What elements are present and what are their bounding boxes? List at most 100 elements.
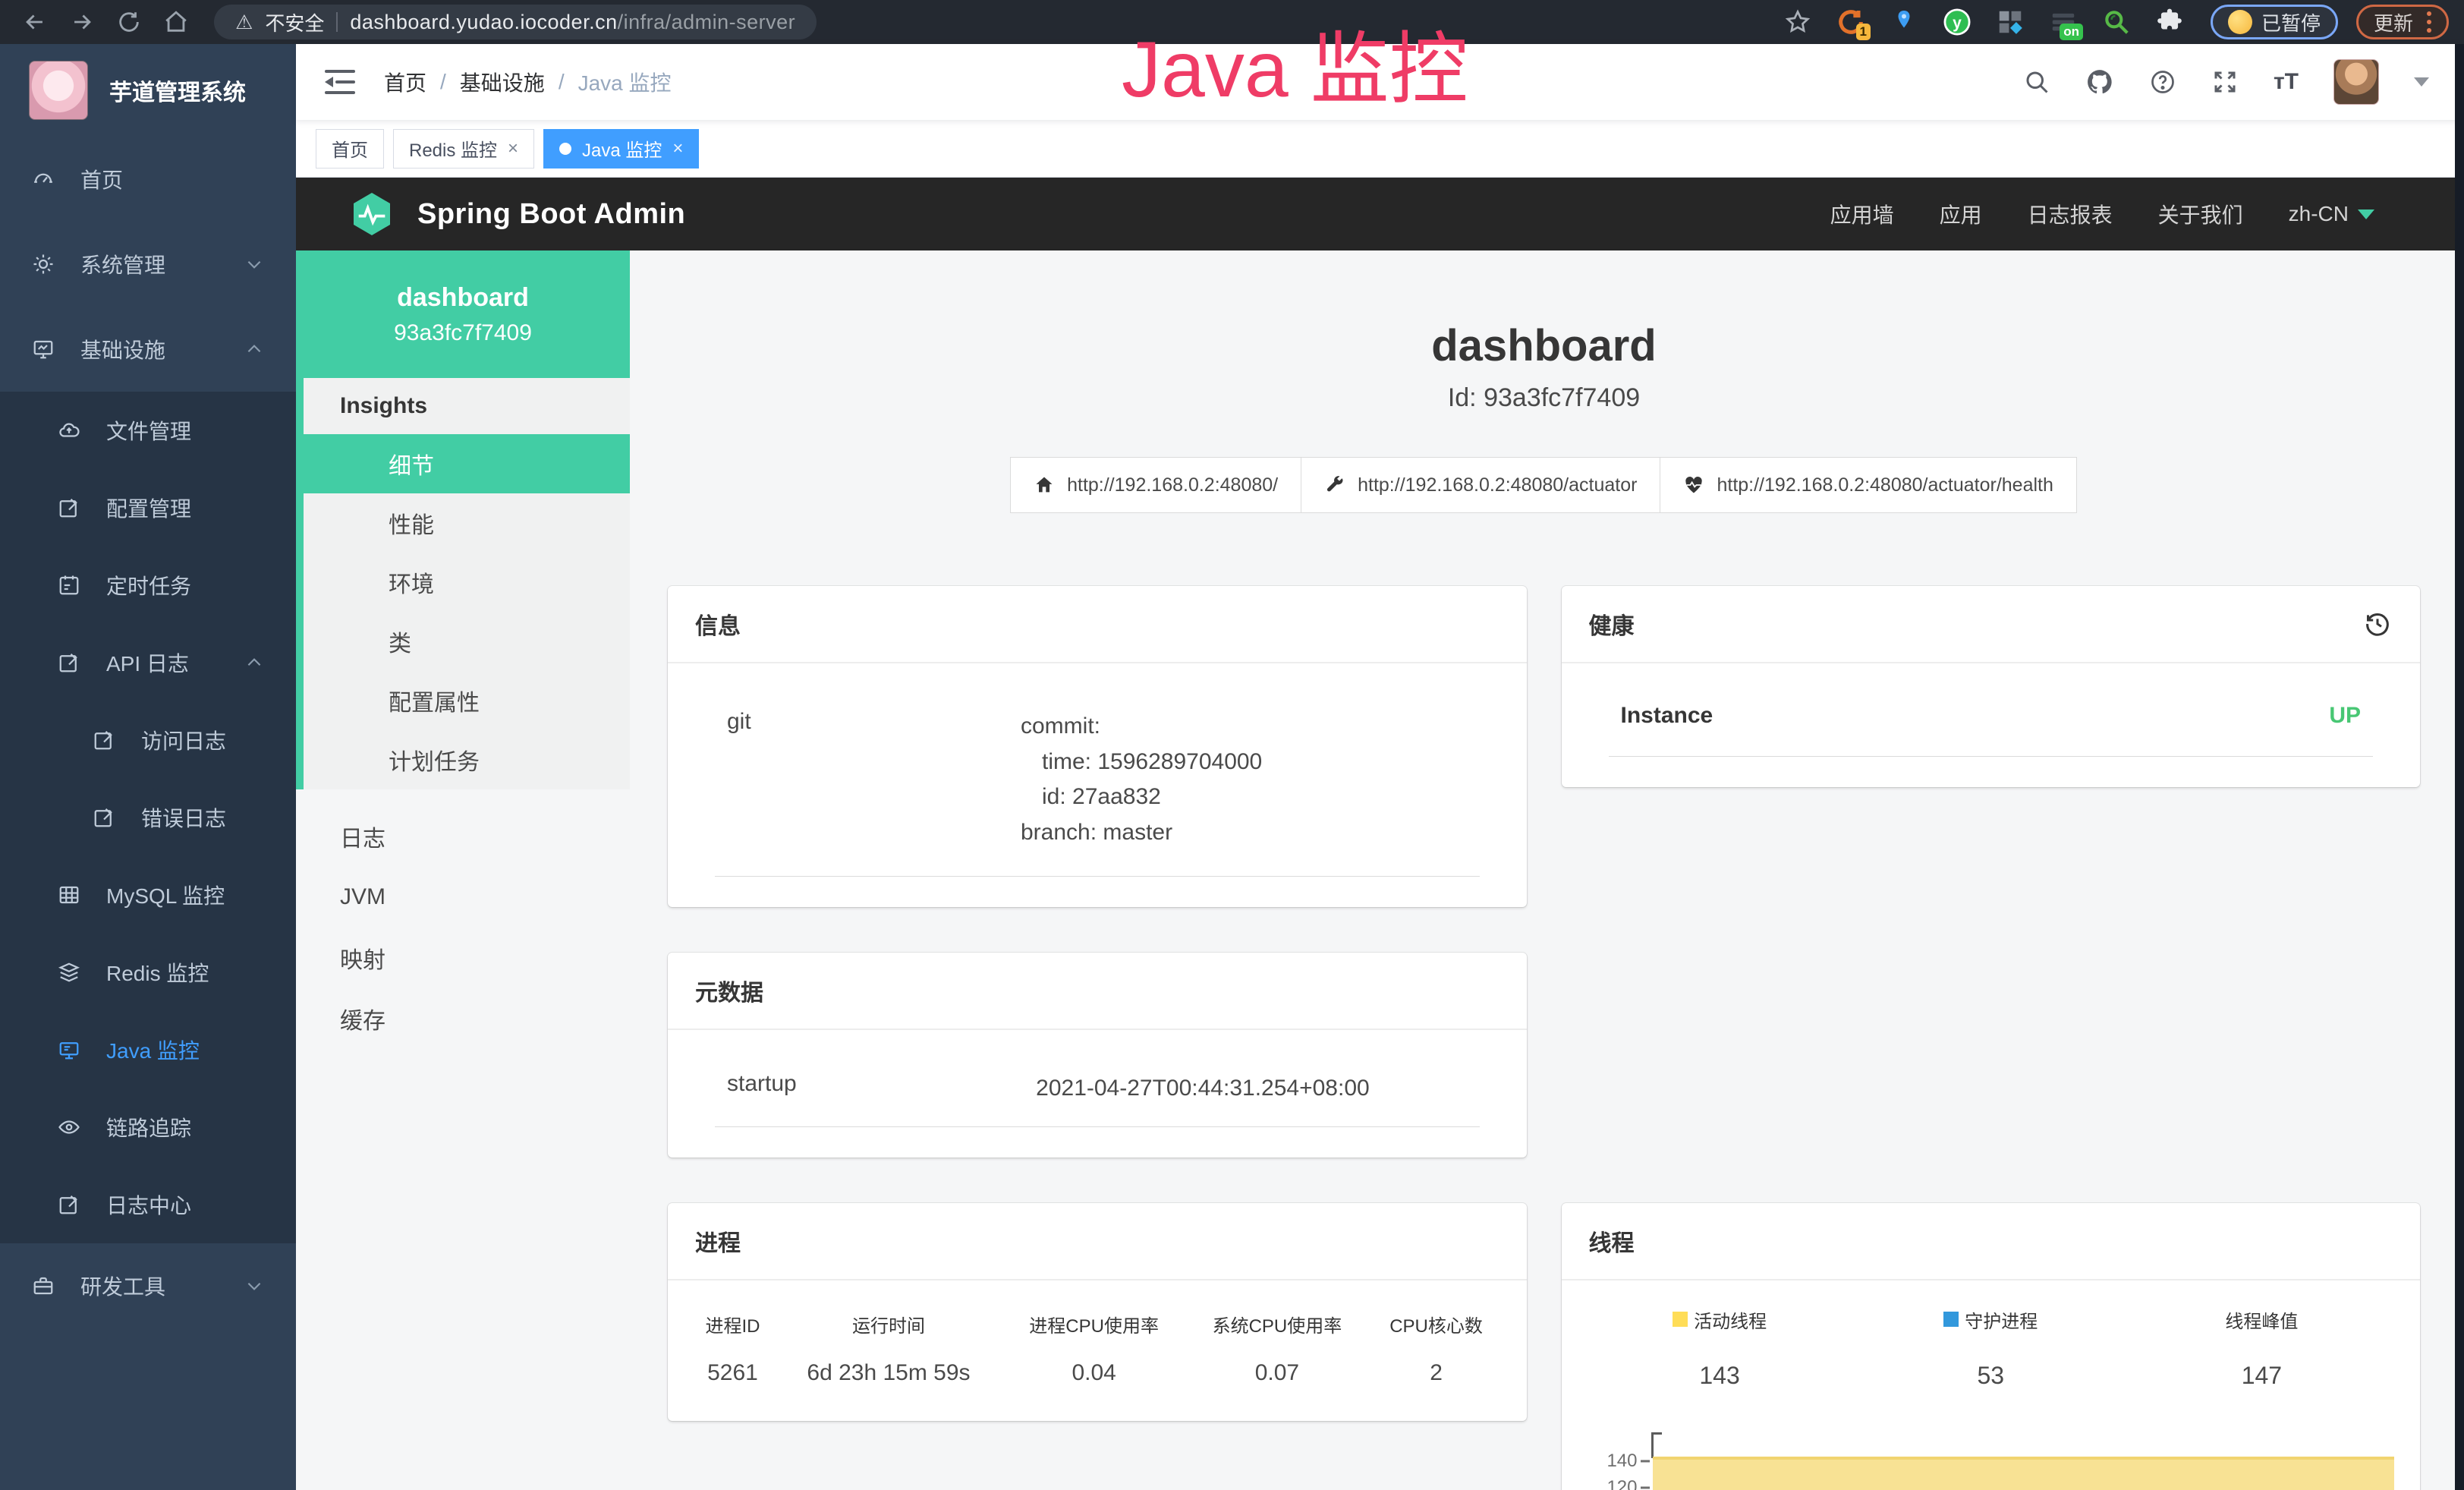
sidebar-fold-icon[interactable] [325, 69, 355, 95]
address-bar[interactable]: ⚠ 不安全 dashboard.yudao.iocoder.cn/infra/a… [214, 5, 817, 39]
chevron-up-icon [244, 339, 264, 359]
sba-body: dashboard 93a3fc7f7409 Insights 细节 性能 环境… [296, 250, 2464, 1490]
sidebar-item-scheduled-jobs[interactable]: 定时任务 [0, 547, 296, 624]
info-value: commit: time: 1596289704000 id: 27aa832 … [1021, 709, 1262, 850]
sba-nav: 应用墙 应用 日志报表 关于我们 zh-CN [1830, 199, 2374, 229]
menu-kebab-icon[interactable] [2427, 11, 2431, 33]
sidebar-item-java-monitor[interactable]: Java 监控 [0, 1011, 296, 1088]
sba-menu-jvm[interactable]: JVM [296, 867, 630, 928]
forward-icon[interactable] [62, 5, 102, 39]
sidebar-item-label: 研发工具 [80, 1271, 165, 1301]
sba-menu-config-props[interactable]: 配置属性 [304, 671, 630, 730]
toolbox-icon [32, 1274, 55, 1297]
back-icon[interactable] [15, 5, 55, 39]
sba-menu-label: 计划任务 [389, 743, 480, 777]
search-icon[interactable] [2023, 68, 2050, 96]
sba-menu-mappings[interactable]: 映射 [296, 928, 630, 988]
sidebar-item-mysql-monitor[interactable]: MySQL 监控 [0, 856, 296, 934]
reload-icon[interactable] [109, 5, 149, 39]
sba-language-select[interactable]: zh-CN [2289, 202, 2374, 226]
sba-header: Spring Boot Admin 应用墙 应用 日志报表 关于我们 zh-CN [296, 178, 2464, 250]
fullscreen-icon[interactable] [2211, 68, 2239, 96]
actuator-url-button[interactable]: http://192.168.0.2:48080/actuator [1301, 457, 1660, 513]
extension-search-icon[interactable] [2100, 5, 2133, 39]
extension-proxy-icon[interactable]: on [2047, 5, 2080, 39]
github-icon[interactable] [2085, 68, 2114, 96]
user-avatar[interactable] [2333, 59, 2379, 105]
sba-menu-metrics[interactable]: 性能 [304, 493, 630, 553]
health-status-badge: UP [2329, 703, 2361, 729]
sba-nav-wallboard[interactable]: 应用墙 [1830, 199, 1894, 229]
tag-redis-monitor[interactable]: Redis 监控 × [393, 129, 534, 169]
axis-tick [1651, 1432, 1662, 1435]
chrome-update-button[interactable]: 更新 [2356, 5, 2449, 39]
sba-nav-about[interactable]: 关于我们 [2158, 199, 2243, 229]
app-logo-row[interactable]: 芋道管理系统 [0, 44, 296, 137]
sba-instance-id: 93a3fc7f7409 [394, 320, 532, 346]
close-icon[interactable]: × [672, 138, 683, 159]
sidebar-item-infra[interactable]: 基础设施 [0, 307, 296, 392]
sidebar-item-log-center[interactable]: 日志中心 [0, 1166, 296, 1243]
sba-menu-environment[interactable]: 环境 [304, 553, 630, 612]
user-menu-caret-icon[interactable] [2414, 77, 2429, 87]
breadcrumb-item-current: Java 监控 [578, 67, 672, 97]
sba-sidebar: dashboard 93a3fc7f7409 Insights 细节 性能 环境… [296, 250, 630, 1490]
page-scrollbar[interactable] [2455, 44, 2464, 1490]
url-path: /infra/admin-server [618, 11, 796, 33]
sba-menu-logs[interactable]: 日志 [296, 806, 630, 867]
sidebar-item-tracing[interactable]: 链路追踪 [0, 1088, 296, 1166]
tag-home[interactable]: 首页 [316, 129, 384, 169]
service-url-button[interactable]: http://192.168.0.2:48080/ [1010, 457, 1301, 513]
home-icon[interactable] [156, 5, 196, 39]
sidebar-item-file-management[interactable]: 文件管理 [0, 392, 296, 469]
sidebar-item-dev-tools[interactable]: 研发工具 [0, 1243, 296, 1328]
font-size-icon[interactable]: тT [2274, 69, 2299, 95]
sba-section-label: Insights [304, 378, 630, 434]
url-text[interactable]: dashboard.yudao.iocoder.cn/infra/admin-s… [350, 11, 795, 34]
sidebar-item-error-logs[interactable]: 错误日志 [0, 779, 296, 856]
help-icon[interactable] [2149, 68, 2176, 96]
sba-nav-applications[interactable]: 应用 [1940, 199, 1982, 229]
sba-menu-scheduled-tasks[interactable]: 计划任务 [304, 730, 630, 789]
profile-paused-badge[interactable]: 已暂停 [2211, 5, 2338, 39]
breadcrumb-item[interactable]: 基础设施 [460, 67, 545, 97]
threads-chart-plot [1651, 1426, 2395, 1490]
sba-instance-header[interactable]: dashboard 93a3fc7f7409 [296, 250, 630, 378]
sidebar-item-label: 系统管理 [80, 249, 165, 279]
sidebar-item-home[interactable]: 首页 [0, 137, 296, 222]
app-title: 芋道管理系统 [109, 74, 246, 107]
tag-java-monitor-active[interactable]: Java 监控 × [543, 129, 699, 169]
extension-grid-icon[interactable] [1994, 5, 2027, 39]
update-label: 更新 [2374, 8, 2413, 36]
history-icon[interactable] [2362, 609, 2393, 639]
svg-text:y: y [1953, 14, 1962, 32]
extension-y-icon[interactable]: y [1940, 5, 1974, 39]
extension-badge-on: on [2060, 24, 2083, 40]
sba-brand[interactable]: Spring Boot Admin [348, 190, 685, 238]
metadata-card: 元数据 startup 2021-04-27T00:44:31.254+08:0… [668, 953, 1527, 1158]
extension-colorpicker-icon[interactable]: 1 [1834, 5, 1868, 39]
health-card-title: 健康 [1589, 607, 1635, 641]
bookmark-star-icon[interactable] [1781, 5, 1814, 39]
breadcrumb: 首页 / 基础设施 / Java 监控 [384, 67, 672, 97]
sidebar-item-label: 访问日志 [141, 725, 226, 755]
health-url-button[interactable]: http://192.168.0.2:48080/actuator/health [1660, 457, 2076, 513]
health-instance-row[interactable]: Instance UP [1609, 703, 2374, 757]
security-label[interactable]: 不安全 [265, 8, 324, 36]
extensions-puzzle-icon[interactable] [2153, 5, 2186, 39]
service-url: http://192.168.0.2:48080/ [1067, 474, 1278, 496]
sidebar-item-system[interactable]: 系统管理 [0, 222, 296, 307]
sba-nav-journal[interactable]: 日志报表 [2028, 199, 2113, 229]
sidebar-item-redis-monitor[interactable]: Redis 监控 [0, 934, 296, 1011]
daemon-threads-value: 53 [1855, 1333, 2126, 1390]
breadcrumb-item[interactable]: 首页 [384, 67, 426, 97]
sidebar-item-label: 基础设施 [80, 334, 165, 364]
extension-pin-icon[interactable] [1887, 5, 1921, 39]
sidebar-item-config-management[interactable]: 配置管理 [0, 469, 296, 547]
close-icon[interactable]: × [508, 138, 518, 159]
sba-menu-classes[interactable]: 类 [304, 612, 630, 671]
sba-menu-details[interactable]: 细节 [304, 434, 630, 493]
sidebar-item-access-logs[interactable]: 访问日志 [0, 701, 296, 779]
sidebar-item-api-logs[interactable]: API 日志 [0, 624, 296, 701]
sba-menu-caches[interactable]: 缓存 [296, 988, 630, 1049]
